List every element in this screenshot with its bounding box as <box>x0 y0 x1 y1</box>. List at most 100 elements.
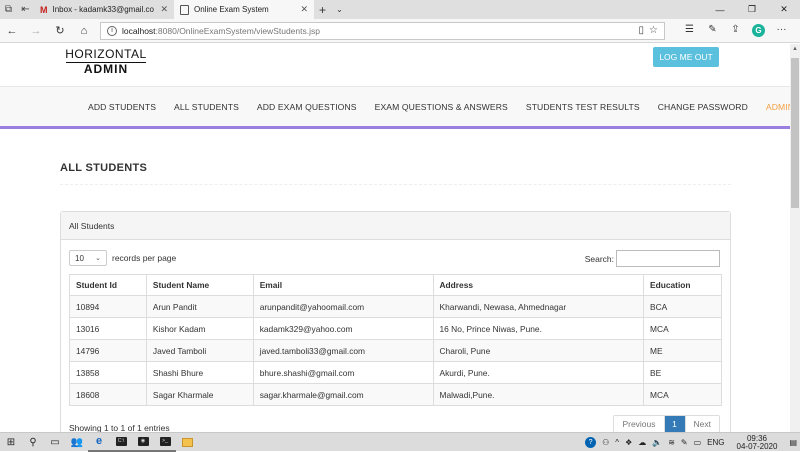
column-header[interactable]: Student Name <box>145 274 254 296</box>
forward-icon[interactable]: → <box>24 25 48 37</box>
table-cell: Kishor Kadam <box>145 317 254 340</box>
close-tab-icon[interactable]: ✕ <box>300 4 308 15</box>
terminal-app-icon[interactable]: >_ <box>154 433 176 452</box>
clock[interactable]: 09:36 04-07-2020 <box>728 434 787 451</box>
system-tray: ? ⚇ ^ ❖ ☁ 🔈 ≋ ✎ ▭ ENG 09:36 04-07-2020 ▤ <box>582 433 800 452</box>
url-text[interactable]: localhost:8080/OnlineExamSystem/viewStud… <box>122 26 634 36</box>
gmail-icon: M <box>40 4 48 15</box>
wifi-icon[interactable]: ≋ <box>665 438 678 447</box>
address-bar[interactable]: i localhost:8080/OnlineExamSystem/viewSt… <box>100 21 665 40</box>
table-cell: Arun Pandit <box>145 295 254 318</box>
minimize-icon[interactable]: — <box>704 0 736 19</box>
site-info-icon[interactable]: i <box>107 25 117 36</box>
edge-app-icon[interactable]: e <box>88 433 110 452</box>
table-cell: Malwadi,Pune. <box>432 383 645 406</box>
chevron-down-icon: ⌄ <box>95 255 101 262</box>
back-tabs-icon[interactable]: ⇤ <box>17 0 34 19</box>
new-tab-icon[interactable]: + <box>314 0 331 19</box>
share-icon[interactable]: ⇪ <box>725 24 746 37</box>
table-info: Showing 1 to 1 of 1 entries <box>69 423 170 432</box>
divider <box>60 184 731 185</box>
next-page-button[interactable]: Next <box>684 416 719 432</box>
column-header[interactable]: Education <box>643 274 722 296</box>
page-scrollbar[interactable]: ▲ <box>790 44 800 432</box>
menu-exam-questions-answers[interactable]: EXAM QUESTIONS & ANSWERS <box>375 102 508 112</box>
logout-button[interactable]: LOG ME OUT <box>653 47 719 67</box>
battery-icon[interactable]: ▭ <box>691 438 705 447</box>
table-cell: MCA <box>643 317 722 340</box>
reading-view-icon[interactable]: ▯ <box>639 25 645 36</box>
previous-page-button[interactable]: Previous <box>614 416 665 432</box>
onedrive-icon[interactable]: ☁ <box>635 438 649 447</box>
back-icon[interactable]: ← <box>0 25 24 37</box>
web-page: HORIZONTAL ADMIN LOG ME OUT ADD STUDENTS… <box>0 44 790 432</box>
column-header[interactable]: Address <box>432 274 645 296</box>
task-view-icon[interactable]: ▭ <box>44 433 66 452</box>
app-window-icon[interactable]: ◉ <box>132 433 154 452</box>
table-cell: BCA <box>643 295 722 318</box>
tab-title: Online Exam System <box>194 5 269 14</box>
records-per-page-label: records per page <box>112 253 177 263</box>
window-controls: — ❐ ✕ <box>704 0 800 19</box>
cmd-app-icon[interactable]: C:\ <box>110 433 132 452</box>
tab-title: Inbox - kadamk33@gmail.co <box>52 5 155 14</box>
records-per-page-select[interactable]: 10 ⌄ <box>69 250 107 266</box>
table-cell: 13858 <box>69 361 147 384</box>
favorite-star-icon[interactable]: ☆ <box>649 25 658 36</box>
home-icon[interactable]: ⌂ <box>72 25 96 37</box>
table-cell: ME <box>643 339 722 362</box>
language-indicator[interactable]: ENG <box>704 438 727 447</box>
file-explorer-icon[interactable] <box>176 433 198 452</box>
column-header[interactable]: Student Id <box>69 274 147 296</box>
site-header: HORIZONTAL ADMIN LOG ME OUT <box>0 44 790 87</box>
table-cell: kadamk329@yahoo.com <box>252 317 434 340</box>
help-icon[interactable]: ? <box>585 437 597 448</box>
table-header-row: Student Id Student Name Email Address Ed… <box>69 274 722 296</box>
notifications-icon[interactable]: ▤ <box>786 438 800 447</box>
logo[interactable]: HORIZONTAL ADMIN <box>62 48 150 76</box>
table-cell: Kharwandi, Newasa, Ahmednagar <box>432 295 645 318</box>
menu-all-students[interactable]: ALL STUDENTS <box>174 102 239 112</box>
restore-icon[interactable]: ❐ <box>736 0 768 19</box>
search-icon[interactable]: ⚲ <box>22 433 44 452</box>
tab-online-exam[interactable]: Online Exam System ✕ <box>174 0 314 19</box>
menu-add-students[interactable]: ADD STUDENTS <box>88 102 156 112</box>
close-tab-icon[interactable]: ✕ <box>160 4 168 15</box>
people-tray-icon[interactable]: ⚇ <box>599 438 612 447</box>
page-1-button[interactable]: 1 <box>664 416 685 432</box>
menu-admin[interactable]: ADMIN <box>766 102 790 112</box>
volume-icon[interactable]: 🔈 <box>649 438 665 447</box>
tab-actions-icon[interactable]: ⧉ <box>0 0 17 19</box>
search-input[interactable] <box>616 250 720 267</box>
scrollbar-thumb[interactable] <box>791 58 799 208</box>
dropbox-icon[interactable]: ❖ <box>622 438 635 447</box>
windows-start-icon[interactable]: ⊞ <box>0 433 22 452</box>
refresh-icon[interactable]: ↻ <box>48 24 72 37</box>
more-icon[interactable]: ··· <box>771 24 792 37</box>
tab-list-chevron-icon[interactable]: ⌄ <box>331 0 348 19</box>
menu-students-test-results[interactable]: STUDENTS TEST RESULTS <box>526 102 640 112</box>
notes-pen-icon[interactable]: ✎ <box>702 24 723 37</box>
table-cell: 16 No, Prince Niwas, Pune. <box>432 317 645 340</box>
table-row: 10894 Arun Pandit arunpandit@yahoomail.com… <box>69 295 722 318</box>
table-cell: 10894 <box>69 295 147 318</box>
menu-add-exam-questions[interactable]: ADD EXAM QUESTIONS <box>257 102 357 112</box>
people-icon[interactable]: 👥 <box>66 433 88 452</box>
favorites-list-icon[interactable]: ☰ <box>679 24 700 37</box>
table-cell: Akurdi, Pune. <box>432 361 645 384</box>
pen-icon[interactable]: ✎ <box>678 438 691 447</box>
search-label: Search: <box>584 253 614 264</box>
scroll-up-icon[interactable]: ▲ <box>792 46 798 52</box>
records-per-page-control: 10 ⌄ records per page <box>69 250 176 266</box>
grammarly-icon[interactable]: G <box>752 24 765 37</box>
table-cell: 13016 <box>69 317 147 340</box>
table-row: 13858 Shashi Bhure bhure.shashi@gmail.com A… <box>69 361 722 384</box>
browser-tools: ☰ ✎ ⇪ G ··· <box>679 24 792 37</box>
tab-gmail[interactable]: M Inbox - kadamk33@gmail.co ✕ <box>34 0 174 19</box>
close-window-icon[interactable]: ✕ <box>768 0 800 19</box>
menu-change-password[interactable]: CHANGE PASSWORD <box>658 102 748 112</box>
table-cell: javed.tamboli33@gmail.com <box>252 339 434 362</box>
students-table: Student Id Student Name Email Address Ed… <box>69 274 722 406</box>
show-hidden-icons-chevron-icon[interactable]: ^ <box>612 438 622 447</box>
column-header[interactable]: Email <box>252 274 434 296</box>
